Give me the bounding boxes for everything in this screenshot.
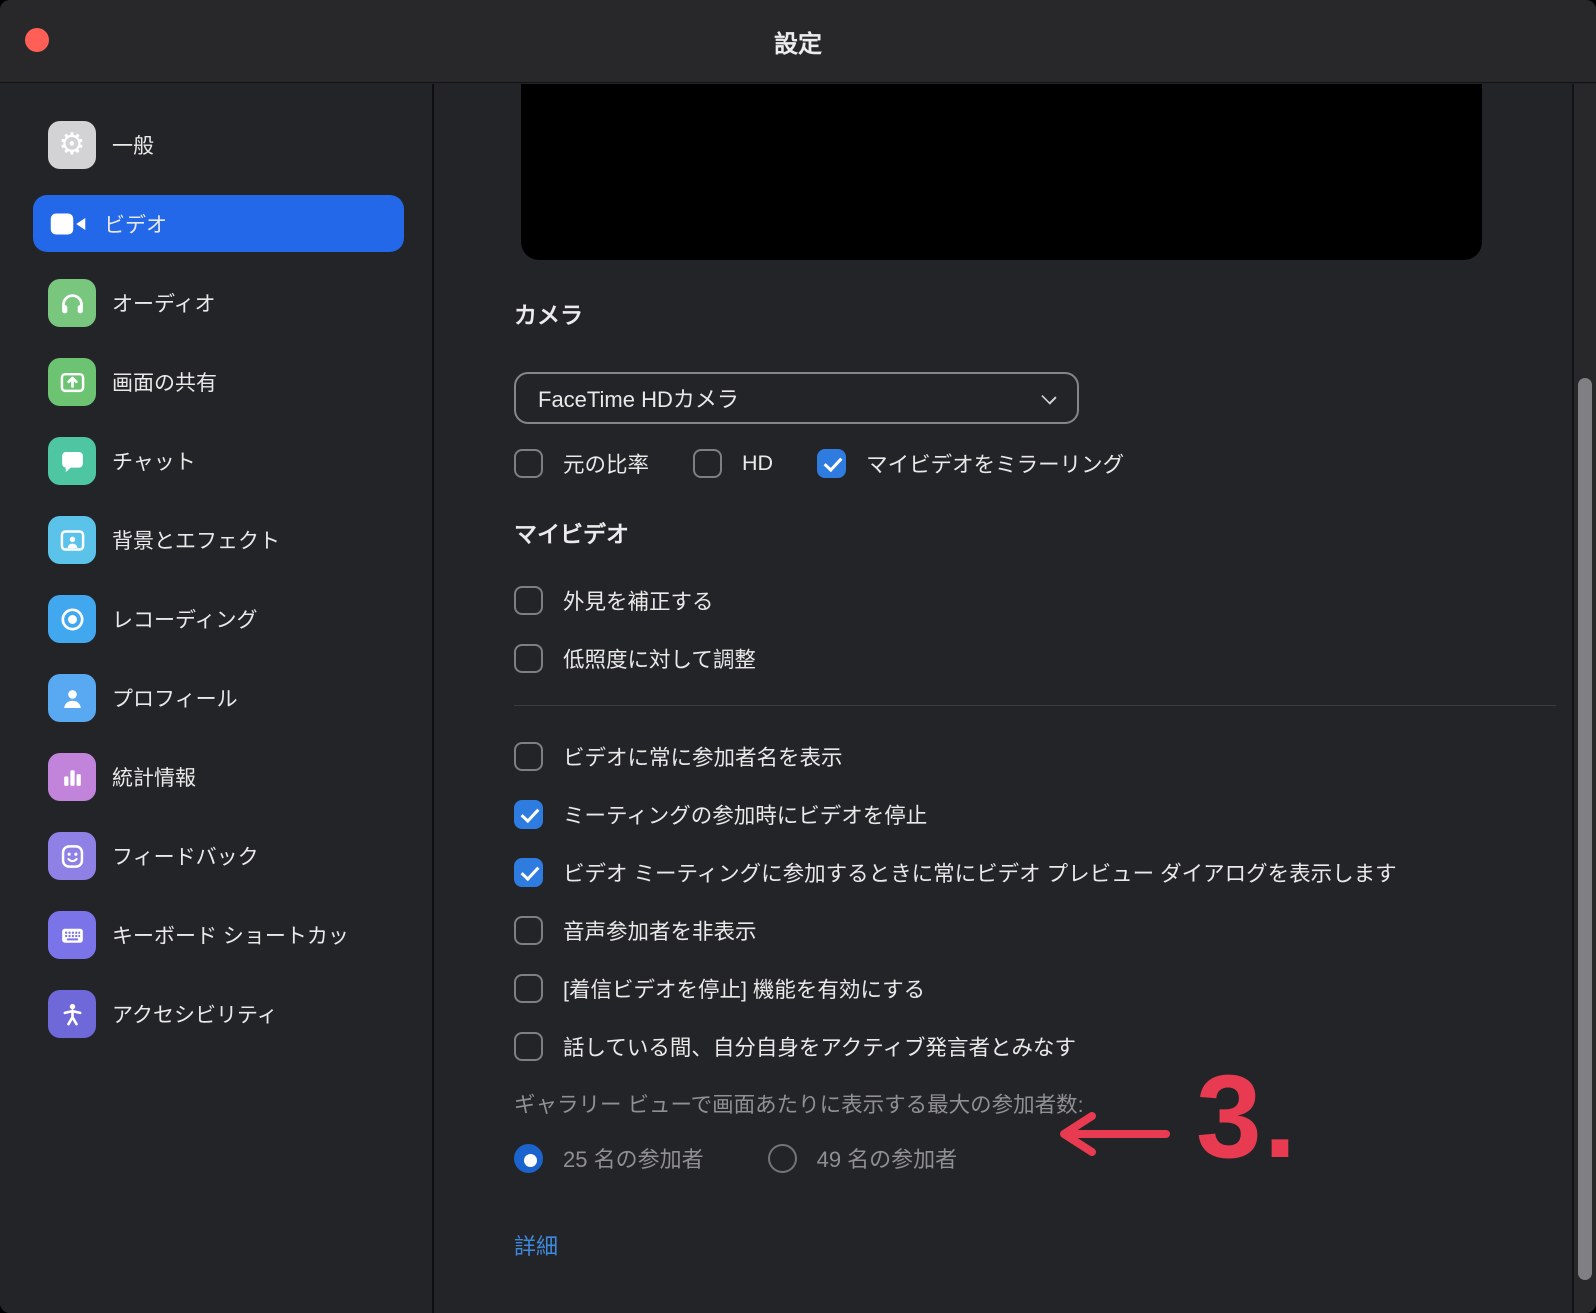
sidebar-item-label: 一般 <box>112 130 154 160</box>
sidebar-item-profile[interactable]: プロフィール <box>33 674 404 722</box>
camera-select-value: FaceTime HDカメラ <box>538 382 739 414</box>
sidebar-item-keyboard-shortcuts[interactable]: キーボード ショートカッ <box>33 911 404 959</box>
chevron-down-icon <box>1041 389 1056 404</box>
radio-25-participants[interactable] <box>514 1144 543 1173</box>
annotation-step-number: 3. <box>1196 1058 1298 1176</box>
close-button[interactable] <box>25 28 49 52</box>
sidebar-item-label: ビデオ <box>104 209 167 239</box>
checkbox-adjust-low-light[interactable]: 低照度に対して調整 <box>514 643 1560 673</box>
sidebar-item-recording[interactable]: レコーディング <box>33 595 404 643</box>
radio-49-participants[interactable] <box>768 1144 797 1173</box>
screen-share-icon <box>48 358 96 406</box>
sidebar-item-label: 背景とエフェクト <box>112 525 280 555</box>
checkbox-mirror-my-video[interactable]: マイビデオをミラーリング <box>817 448 1124 479</box>
checkbox[interactable] <box>693 449 722 478</box>
sidebar-item-screen-share[interactable]: 画面の共有 <box>33 358 404 406</box>
gallery-view-label: ギャラリー ビューで画面あたりに表示する最大の参加者数: <box>514 1088 1560 1119</box>
checkbox[interactable] <box>514 800 543 829</box>
checkbox-always-show-names[interactable]: ビデオに常に参加者名を表示 <box>514 741 1560 771</box>
camera-select[interactable]: FaceTime HDカメラ <box>514 372 1079 424</box>
checkbox[interactable] <box>514 586 543 615</box>
sidebar-item-video[interactable]: ビデオ <box>33 195 404 252</box>
chat-bubble-icon <box>48 437 96 485</box>
video-camera-icon <box>48 200 88 248</box>
section-divider <box>514 705 1556 706</box>
checkbox-original-ratio[interactable]: 元の比率 <box>514 448 649 479</box>
advanced-link[interactable]: 詳細 <box>514 1229 558 1261</box>
sidebar-item-feedback[interactable]: フィードバック <box>33 832 404 880</box>
smiley-icon <box>48 832 96 880</box>
titlebar: 設定 <box>0 0 1596 83</box>
headphones-icon <box>48 279 96 327</box>
sidebar-item-label: 統計情報 <box>112 762 196 792</box>
sidebar-item-label: 画面の共有 <box>112 367 217 397</box>
sidebar-item-chat[interactable]: チャット <box>33 437 404 485</box>
checkbox[interactable] <box>514 916 543 945</box>
checkbox-spotlight-when-speaking[interactable]: 話している間、自分自身をアクティブ発言者とみなす <box>514 1031 1560 1061</box>
person-icon <box>48 674 96 722</box>
sidebar-item-background-effects[interactable]: 背景とエフェクト <box>33 516 404 564</box>
scrollbar-track[interactable] <box>1572 84 1596 1313</box>
gear-icon: ⚙︎ <box>48 121 96 169</box>
settings-window: 設定 ⚙︎ 一般 ビデオ オーディオ 画面の共有 <box>0 0 1596 1313</box>
checkbox-show-video-preview-dialog[interactable]: ビデオ ミーティングに参加するときに常にビデオ プレビュー ダイアログを表示しま… <box>514 857 1560 887</box>
sidebar-item-label: キーボード ショートカッ <box>112 920 349 950</box>
camera-section-title: カメラ <box>514 296 1560 330</box>
video-settings-panel: カメラ FaceTime HDカメラ 元の比率 HD マイビデオをミラーリング … <box>436 84 1570 1313</box>
sidebar-item-label: チャット <box>112 446 196 476</box>
window-title: 設定 <box>774 24 822 59</box>
video-preview <box>521 84 1482 260</box>
annotation-arrow-icon <box>1048 1108 1172 1160</box>
checkbox-touch-up-appearance[interactable]: 外見を補正する <box>514 585 1560 615</box>
sidebar-item-statistics[interactable]: 統計情報 <box>33 753 404 801</box>
checkbox-hide-non-video-participants[interactable]: 音声参加者を非表示 <box>514 915 1560 945</box>
record-circle-icon <box>48 595 96 643</box>
camera-options-row: 元の比率 HD マイビデオをミラーリング <box>514 448 1560 479</box>
checkbox-stop-incoming-video[interactable]: [着信ビデオを停止] 機能を有効にする <box>514 973 1560 1003</box>
checkbox[interactable] <box>514 974 543 1003</box>
checkbox-hd[interactable]: HD <box>693 449 773 478</box>
checkbox-stop-video-on-join[interactable]: ミーティングの参加時にビデオを停止 <box>514 799 1560 829</box>
meeting-options-list: ビデオに常に参加者名を表示 ミーティングの参加時にビデオを停止 ビデオ ミーティ… <box>514 741 1560 1061</box>
sidebar: ⚙︎ 一般 ビデオ オーディオ 画面の共有 チャット <box>0 84 434 1313</box>
sidebar-item-label: フィードバック <box>112 841 259 871</box>
checkbox[interactable] <box>514 858 543 887</box>
sidebar-item-general[interactable]: ⚙︎ 一般 <box>33 121 404 169</box>
gallery-radio-group: 25 名の参加者 49 名の参加者 <box>514 1142 1560 1174</box>
accessibility-icon <box>48 990 96 1038</box>
sidebar-item-label: プロフィール <box>112 683 238 713</box>
checkbox[interactable] <box>514 644 543 673</box>
my-video-section-title: マイビデオ <box>514 515 1560 549</box>
sidebar-item-label: レコーディング <box>112 604 258 634</box>
checkbox[interactable] <box>514 742 543 771</box>
sidebar-item-label: オーディオ <box>112 288 216 318</box>
checkbox[interactable] <box>514 1032 543 1061</box>
sidebar-item-label: アクセシビリティ <box>112 999 278 1029</box>
keyboard-icon <box>48 911 96 959</box>
sidebar-item-audio[interactable]: オーディオ <box>33 279 404 327</box>
checkbox[interactable] <box>817 449 846 478</box>
bar-chart-icon <box>48 753 96 801</box>
scrollbar-thumb[interactable] <box>1578 378 1592 1280</box>
checkbox[interactable] <box>514 449 543 478</box>
background-person-icon <box>48 516 96 564</box>
sidebar-item-accessibility[interactable]: アクセシビリティ <box>33 990 404 1038</box>
